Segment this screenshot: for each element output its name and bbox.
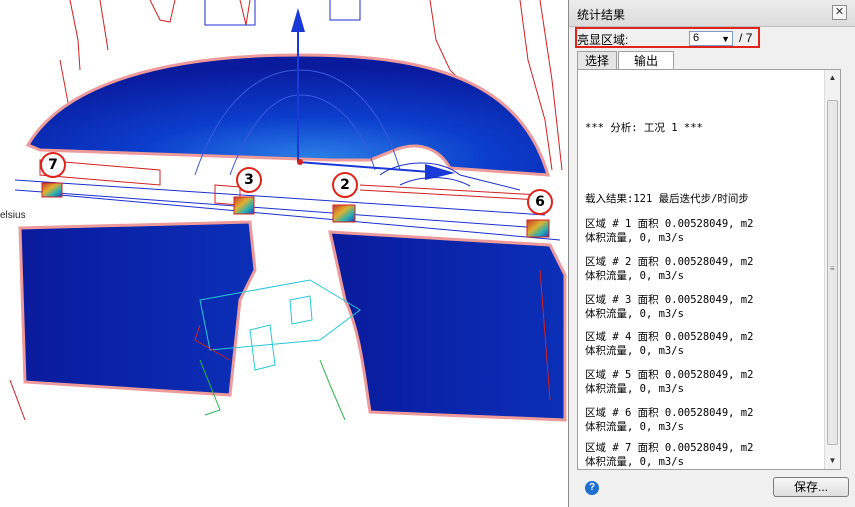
analysis-line: *** 分析: 工况 1 *** [585,122,703,134]
help-icon[interactable]: ? [585,481,599,495]
dropdown-arrow-icon: ▼ [721,34,730,44]
3d-viewport[interactable]: elsius 7 3 2 6 [0,0,568,507]
region-5-area: 区域 # 5 面积 0.00528049, m2 [585,369,754,381]
region-5-flow: 体积流量, 0, m3/s [585,383,684,395]
legend-unit-fragment: elsius [0,210,26,221]
region-7-flow: 体积流量, 0, m3/s [585,456,684,468]
scroll-thumb[interactable]: ≡ [827,100,838,445]
close-icon[interactable]: ✕ [832,5,847,20]
highlight-region-value: 6 [693,32,700,44]
region-2-flow: 体积流量, 0, m3/s [585,270,684,282]
output-textbox[interactable]: *** 分析: 工况 1 *** 载入结果:121 最后迭代步/时间步 区域 #… [577,69,841,470]
tab-output[interactable]: 输出 [618,51,674,70]
region-3-flow: 体积流量, 0, m3/s [585,308,684,320]
scroll-up-icon[interactable]: ▲ [825,70,840,85]
region-3-area: 区域 # 3 面积 0.00528049, m2 [585,294,754,306]
save-button[interactable]: 保存... [773,477,849,497]
grip-icon: ≡ [830,264,835,273]
region-callout-3: 3 [236,167,262,193]
load-result-line: 载入结果:121 最后迭代步/时间步 [585,193,749,205]
statistics-panel: 统计结果 ✕ 亮显区域: 6 ▼ / 7 选择 输出 *** 分析: 工况 1 … [568,0,855,507]
tab-select[interactable]: 选择 [577,51,617,69]
total-separator: / [739,31,743,45]
region-6-area: 区域 # 6 面积 0.00528049, m2 [585,407,754,419]
panel-title: 统计结果 [577,8,626,22]
region-callout-6: 6 [527,189,553,215]
region-4-flow: 体积流量, 0, m3/s [585,345,684,357]
panel-titlebar[interactable]: 统计结果 ✕ [569,0,855,27]
highlight-region-label: 亮显区域: [577,33,629,47]
total-count: 7 [745,31,753,45]
scroll-down-icon[interactable]: ▼ [825,453,840,468]
region-1-area: 区域 # 1 面积 0.00528049, m2 [585,218,754,230]
output-scrollbar[interactable]: ▲ ≡ ▼ [824,70,840,469]
highlight-region-select[interactable]: 6 ▼ [689,31,733,46]
highlight-region-total: / 7 [739,31,752,45]
region-7-area: 区域 # 7 面积 0.00528049, m2 [585,442,754,454]
region-callout-2: 2 [332,172,358,198]
region-callout-7: 7 [40,152,66,178]
region-6-flow: 体积流量, 0, m3/s [585,421,684,433]
region-2-area: 区域 # 2 面积 0.00528049, m2 [585,256,754,268]
region-1-flow: 体积流量, 0, m3/s [585,232,684,244]
region-4-area: 区域 # 4 面积 0.00528049, m2 [585,331,754,343]
model-scene [9,0,567,422]
